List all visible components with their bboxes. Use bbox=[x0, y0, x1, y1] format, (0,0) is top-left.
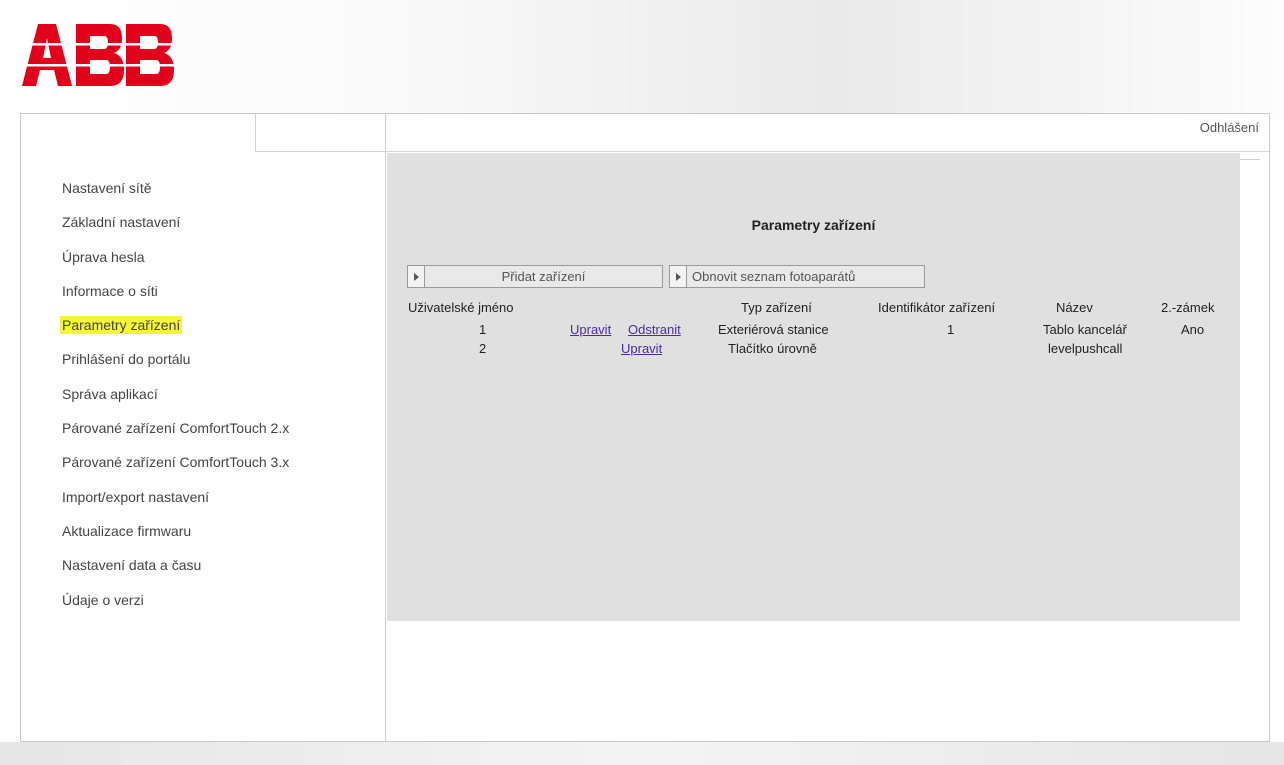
sidebar-item-network-settings[interactable]: Nastavení sítě bbox=[62, 176, 289, 210]
sidebar-item-portal-login[interactable]: Prihlášení do portálu bbox=[62, 347, 289, 381]
sidebar-item-app-management[interactable]: Správa aplikací bbox=[62, 382, 289, 416]
refresh-cameras-button[interactable]: Obnovit seznam fotoaparátů bbox=[669, 265, 925, 288]
logout-link[interactable]: Odhlášení bbox=[1200, 120, 1259, 135]
table-cell-device-id: 1 bbox=[947, 322, 955, 337]
sidebar: Nastavení sítě Základní nastavení Úprava… bbox=[21, 114, 386, 741]
main-panel: Nastavení sítě Základní nastavení Úprava… bbox=[20, 113, 1270, 742]
sidebar-item-date-time[interactable]: Nastavení data a času bbox=[62, 553, 289, 587]
column-header-username: Uživatelské jméno bbox=[408, 300, 514, 315]
sidebar-divider bbox=[255, 151, 386, 152]
top-bar: Odhlášení bbox=[386, 114, 1269, 152]
sidebar-item-network-info[interactable]: Informace o síti bbox=[62, 279, 289, 313]
sidebar-item-comforttouch-3x[interactable]: Párované zařízení ComfortTouch 3.x bbox=[62, 450, 289, 484]
footer-strip bbox=[0, 742, 1284, 765]
edit-link[interactable]: Upravit bbox=[621, 341, 662, 356]
table-cell-second-lock: Ano bbox=[1181, 322, 1205, 337]
table-cell-name: levelpushcall bbox=[1048, 341, 1123, 356]
table-cell-device-type: Tlačítko úrovně bbox=[728, 341, 817, 356]
sidebar-item-comforttouch-2x[interactable]: Párované zařízení ComfortTouch 2.x bbox=[62, 416, 289, 450]
column-header-name: Název bbox=[1056, 300, 1093, 315]
table-cell-device-type: Exteriérová stanice bbox=[718, 322, 829, 337]
header bbox=[0, 0, 1284, 118]
play-icon bbox=[670, 266, 687, 287]
column-header-device-type: Typ zařízení bbox=[741, 300, 812, 315]
column-header-device-id: Identifikátor zařízení bbox=[878, 300, 996, 315]
content-edge bbox=[1240, 153, 1269, 621]
sidebar-item-password[interactable]: Úprava hesla bbox=[62, 245, 289, 279]
abb-logo bbox=[22, 24, 174, 86]
scroll-marker bbox=[1240, 159, 1260, 160]
play-icon bbox=[408, 266, 425, 287]
table-cell-username: 1 bbox=[479, 322, 487, 337]
edit-link[interactable]: Upravit bbox=[570, 322, 611, 337]
sidebar-item-basic-settings[interactable]: Základní nastavení bbox=[62, 210, 289, 244]
sidebar-item-firmware-update[interactable]: Aktualizace firmwaru bbox=[62, 519, 289, 553]
sidebar-item-import-export[interactable]: Import/export nastavení bbox=[62, 485, 289, 519]
sidebar-item-device-parameters[interactable]: Parametry zařízení bbox=[60, 313, 289, 347]
add-device-button[interactable]: Přidat zařízení bbox=[407, 265, 663, 288]
table-cell-username: 2 bbox=[479, 341, 487, 356]
column-header-second-lock: 2.-zámek bbox=[1161, 300, 1215, 315]
content-area: Parametry zařízení Přidat zařízení Obnov… bbox=[387, 153, 1240, 621]
sidebar-divider bbox=[255, 114, 256, 151]
sidebar-menu: Nastavení sítě Základní nastavení Úprava… bbox=[60, 176, 289, 622]
remove-link[interactable]: Odstranit bbox=[628, 322, 681, 337]
sidebar-item-version-info[interactable]: Údaje o verzi bbox=[62, 588, 289, 622]
table-cell-name: Tablo kancelář bbox=[1043, 322, 1127, 337]
page-title: Parametry zařízení bbox=[751, 217, 876, 233]
